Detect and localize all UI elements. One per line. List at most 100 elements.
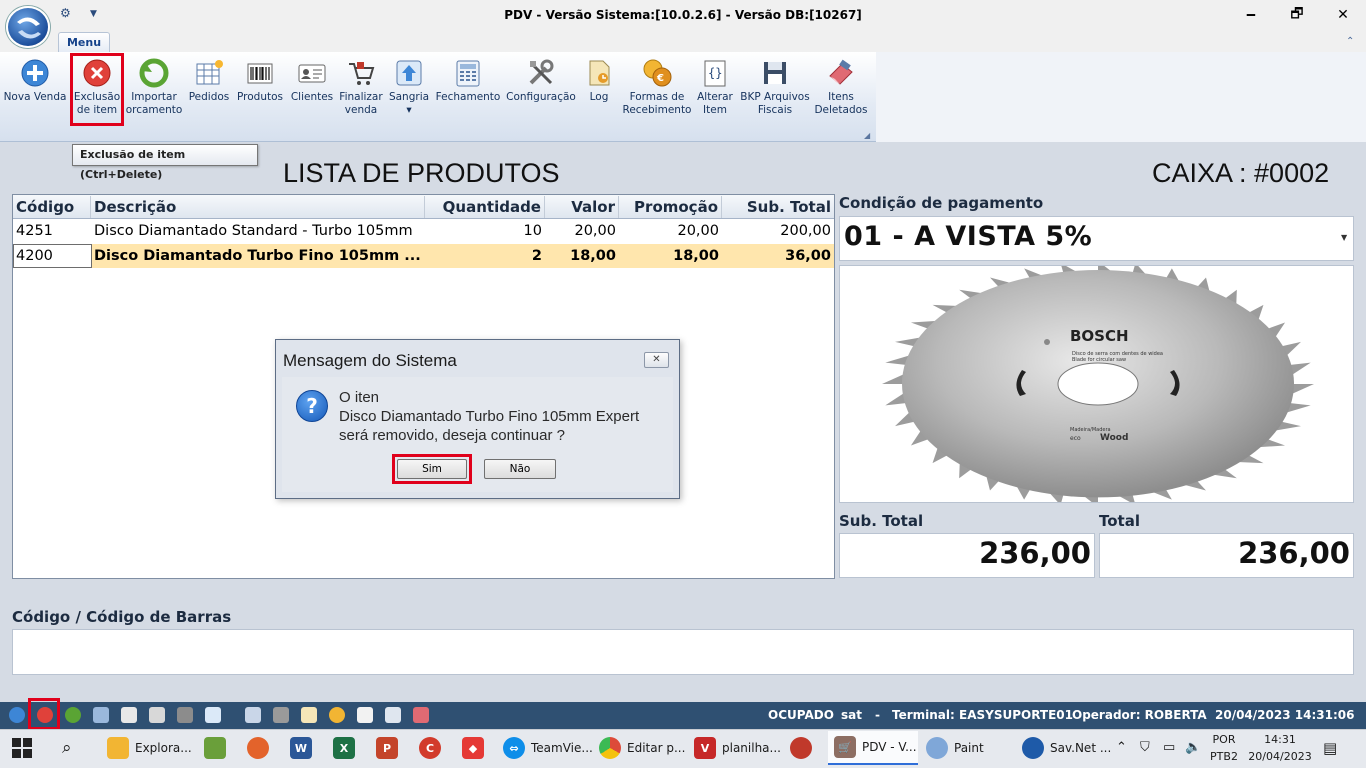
row1-descricao[interactable]: Disco Diamantado Standard - Turbo 105mm	[91, 219, 425, 243]
taskbar-paint[interactable]: Paint	[926, 731, 984, 765]
status-plus-icon[interactable]	[9, 707, 25, 723]
col-descricao[interactable]: Descrição	[91, 196, 425, 218]
close-button[interactable]: ✕	[1320, 0, 1366, 30]
status-refresh-icon[interactable]	[65, 707, 81, 723]
chevron-down-icon[interactable]: ▼	[1341, 233, 1347, 242]
status-table-icon[interactable]	[93, 707, 109, 723]
row1-promocao[interactable]: 20,00	[619, 219, 722, 243]
col-subtotal[interactable]: Sub. Total	[722, 196, 834, 218]
saw-blade-icon: BOSCH Disco de serra com dentes de widea…	[882, 266, 1314, 502]
status-id-card-icon[interactable]	[149, 707, 165, 723]
status-upload-icon[interactable]	[205, 707, 221, 723]
tray-lang1[interactable]: POR	[1210, 733, 1238, 746]
qat-app-icon[interactable]: ⚙	[60, 6, 71, 20]
sangria-dropdown-arrow[interactable]: ▾	[406, 104, 411, 117]
row2-codigo[interactable]: 4200	[13, 244, 91, 268]
nova-venda-button[interactable]: Nova Venda	[4, 56, 66, 124]
taskbar-savnet[interactable]: Sav.Net ...	[1022, 731, 1111, 765]
eraser-icon	[826, 58, 856, 88]
edit-icon: {}	[700, 58, 730, 88]
configuracao-button[interactable]: Configuração	[506, 56, 576, 124]
taskbar-pdv[interactable]: 🛒 PDV - V...	[828, 731, 918, 765]
search-icon[interactable]: ⌕	[62, 731, 72, 765]
status-calculator-icon[interactable]	[245, 707, 261, 723]
taskbar-teamviewer[interactable]: ⇔ TeamVie...	[503, 731, 593, 765]
pedidos-button[interactable]: Pedidos	[186, 56, 232, 124]
row2-quantidade[interactable]: 2	[425, 244, 545, 268]
status-floppy-icon[interactable]	[385, 707, 401, 723]
notification-icon[interactable]: ▤	[1323, 739, 1337, 757]
row1-quantidade[interactable]: 10	[425, 219, 545, 243]
itens-deletados-button[interactable]: Itens Deletados	[814, 56, 868, 124]
fechamento-button[interactable]: Fechamento	[436, 56, 500, 124]
start-button[interactable]	[12, 731, 32, 765]
col-valor[interactable]: Valor	[545, 196, 619, 218]
nao-button[interactable]: Não	[484, 459, 556, 479]
formas-recebimento-button[interactable]: € Formas de Recebimento	[622, 56, 692, 124]
ribbon-launcher-icon[interactable]: ◢	[864, 131, 870, 140]
row2-subtotal[interactable]: 36,00	[722, 244, 834, 268]
svg-text:€: €	[656, 73, 664, 84]
row2-valor[interactable]: 18,00	[545, 244, 619, 268]
status-barcode-icon[interactable]	[121, 707, 137, 723]
id-card-icon	[297, 58, 327, 88]
row1-valor[interactable]: 20,00	[545, 219, 619, 243]
codigo-barras-input[interactable]	[12, 629, 1354, 675]
log-button[interactable]: Log	[582, 56, 616, 124]
tray-network-icon[interactable]: ▭	[1163, 740, 1175, 755]
row1-codigo[interactable]: 4251	[13, 219, 91, 243]
row2-promocao[interactable]: 18,00	[619, 244, 722, 268]
taskbar-chrome[interactable]: Editar p...	[599, 731, 685, 765]
firefox-icon	[247, 737, 269, 759]
tray-lang2[interactable]: PTB2	[1210, 750, 1238, 763]
taskbar-excel[interactable]: X	[333, 731, 361, 765]
condicao-pagamento-label: Condição de pagamento	[839, 194, 1044, 212]
ribbon-tab-strip	[0, 32, 1366, 52]
status-eraser-icon[interactable]	[413, 707, 429, 723]
sangria-button[interactable]: Sangria ▾	[388, 56, 430, 124]
tray-time[interactable]: 14:31	[1244, 733, 1316, 746]
tray-chevron-up-icon[interactable]: ⌃	[1116, 740, 1127, 755]
condicao-pagamento-value[interactable]: 01 - A VISTA 5%	[844, 221, 1092, 252]
alterar-item-button[interactable]: {} Alterar Item	[694, 56, 736, 124]
taskbar-firefox[interactable]	[247, 731, 275, 765]
app-logo-icon[interactable]	[6, 6, 50, 48]
produtos-button[interactable]: Produtos	[236, 56, 284, 124]
status-tools-icon[interactable]	[273, 707, 289, 723]
taskbar-app[interactable]	[790, 731, 818, 765]
svg-text:BOSCH: BOSCH	[1070, 327, 1129, 345]
qat-dropdown-icon[interactable]: ▼	[90, 9, 97, 19]
taskbar-ccleaner[interactable]: C	[419, 731, 447, 765]
taskbar-planilha[interactable]: Vplanilha...	[694, 731, 781, 765]
row2-descricao[interactable]: Disco Diamantado Turbo Fino 105mm ...	[91, 244, 425, 268]
coins-icon: €	[642, 58, 672, 88]
taskbar-anydesk[interactable]: ◆	[462, 731, 490, 765]
status-coins-icon[interactable]	[329, 707, 345, 723]
savnet-icon	[1022, 737, 1044, 759]
maximize-button[interactable]: 🗗	[1274, 0, 1320, 30]
col-codigo[interactable]: Código	[13, 196, 91, 218]
tray-date[interactable]: 20/04/2023	[1244, 750, 1316, 763]
taskbar-word[interactable]: W	[290, 731, 318, 765]
bkp-arquivos-fiscais-button[interactable]: BKP Arquivos Fiscais	[740, 56, 810, 124]
taskbar-explorer[interactable]: Explora...	[107, 731, 192, 765]
tray-volume-icon[interactable]: 🔈	[1185, 740, 1201, 755]
total-label: Total	[1099, 512, 1140, 530]
tab-menu[interactable]: Menu	[58, 32, 110, 53]
exclusao-tooltip: Exclusão de item (Ctrl+Delete)	[72, 144, 258, 181]
clientes-button[interactable]: Clientes	[289, 56, 335, 124]
status-cart-icon[interactable]	[177, 707, 193, 723]
col-promocao[interactable]: Promoção	[619, 196, 722, 218]
status-edit-icon[interactable]	[357, 707, 373, 723]
taskbar-chart-app[interactable]	[204, 731, 232, 765]
tray-shield-icon[interactable]: ⛉	[1140, 740, 1150, 755]
row1-subtotal[interactable]: 200,00	[722, 219, 834, 243]
minimize-button[interactable]: 🗕	[1228, 0, 1274, 30]
taskbar-powerpoint[interactable]: P	[376, 731, 404, 765]
status-log-icon[interactable]	[301, 707, 317, 723]
ribbon-collapse-icon[interactable]: ⌃	[1346, 36, 1354, 47]
col-quantidade[interactable]: Quantidade	[425, 196, 545, 218]
importar-orcamento-button[interactable]: Importar orcamento	[125, 56, 183, 124]
dialog-close-button[interactable]: ✕	[644, 352, 669, 368]
finalizar-venda-button[interactable]: Finalizar venda	[336, 56, 386, 124]
